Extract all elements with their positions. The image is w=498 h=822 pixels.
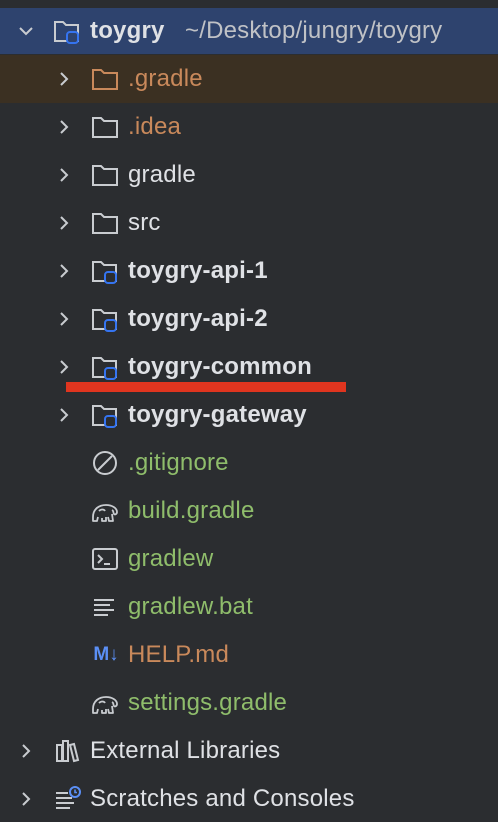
project-tree: toygry ~/Desktop/jungry/toygry .gradle .… (0, 0, 498, 822)
ignore-file-icon (90, 449, 120, 477)
module-folder-icon (90, 401, 120, 429)
chevron-right-icon[interactable] (56, 259, 72, 283)
chevron-right-icon[interactable] (56, 115, 72, 139)
folder-icon (90, 161, 120, 189)
tree-item-help-md[interactable]: M↓ HELP.md (0, 631, 498, 679)
tree-item-toygry-api-1[interactable]: toygry-api-1 (0, 247, 498, 295)
tree-item-label: External Libraries (90, 737, 281, 764)
tree-item-label: toygry-api-2 (128, 305, 268, 332)
text-file-icon (90, 593, 120, 621)
tree-item-scratches-consoles[interactable]: Scratches and Consoles (0, 775, 498, 822)
library-icon (52, 737, 82, 765)
scratches-icon (52, 785, 82, 813)
tree-item-gradle[interactable]: gradle (0, 151, 498, 199)
tree-item-label: .idea (128, 113, 182, 140)
markdown-icon: M↓ (93, 644, 119, 665)
tree-item-label: .gitignore (128, 449, 229, 476)
chevron-right-icon[interactable] (56, 403, 72, 427)
tree-item-build-gradle[interactable]: build.gradle (0, 487, 498, 535)
tree-item-idea[interactable]: .idea (0, 103, 498, 151)
chevron-right-icon[interactable] (56, 163, 72, 187)
project-root-path: ~/Desktop/jungry/toygry (185, 17, 443, 44)
tree-item-label: gradlew (128, 545, 214, 572)
project-root-row[interactable]: toygry ~/Desktop/jungry/toygry (0, 8, 498, 54)
folder-icon (90, 113, 120, 141)
module-folder-icon (90, 353, 120, 381)
folder-icon (90, 209, 120, 237)
tree-item-label: toygry-common (128, 353, 312, 380)
tree-item-settings-gradle[interactable]: settings.gradle (0, 679, 498, 727)
chevron-down-icon[interactable] (18, 19, 34, 43)
tree-item-label: gradlew.bat (128, 593, 253, 620)
folder-icon (90, 65, 120, 93)
tree-item-gradle-cache[interactable]: .gradle (0, 55, 498, 103)
terminal-file-icon (90, 545, 120, 573)
tree-item-label: toygry-gateway (128, 401, 307, 428)
tree-item-label: .gradle (128, 65, 203, 92)
chevron-right-icon[interactable] (18, 739, 34, 763)
chevron-right-icon[interactable] (18, 787, 34, 811)
chevron-right-icon[interactable] (56, 211, 72, 235)
project-root-name: toygry (90, 17, 165, 44)
tree-item-label: HELP.md (128, 641, 230, 668)
tree-item-label: settings.gradle (128, 689, 288, 716)
tree-item-label: Scratches and Consoles (90, 785, 355, 812)
tree-item-label: build.gradle (128, 497, 255, 524)
tree-item-toygry-api-2[interactable]: toygry-api-2 (0, 295, 498, 343)
tree-item-gitignore[interactable]: .gitignore (0, 439, 498, 487)
chevron-right-icon[interactable] (56, 67, 72, 91)
tree-item-src[interactable]: src (0, 199, 498, 247)
gradle-elephant-icon (90, 497, 120, 525)
tree-item-label: toygry-api-1 (128, 257, 268, 284)
tree-item-gradlew-bat[interactable]: gradlew.bat (0, 583, 498, 631)
gradle-elephant-icon (90, 689, 120, 717)
module-folder-icon (52, 17, 82, 45)
module-folder-icon (90, 257, 120, 285)
tree-item-label: src (128, 209, 161, 236)
tree-item-label: gradle (128, 161, 196, 188)
module-folder-icon (90, 305, 120, 333)
tree-item-external-libraries[interactable]: External Libraries (0, 727, 498, 775)
tree-item-gradlew[interactable]: gradlew (0, 535, 498, 583)
tree-item-toygry-gateway[interactable]: toygry-gateway (0, 391, 498, 439)
chevron-right-icon[interactable] (56, 307, 72, 331)
chevron-right-icon[interactable] (56, 355, 72, 379)
